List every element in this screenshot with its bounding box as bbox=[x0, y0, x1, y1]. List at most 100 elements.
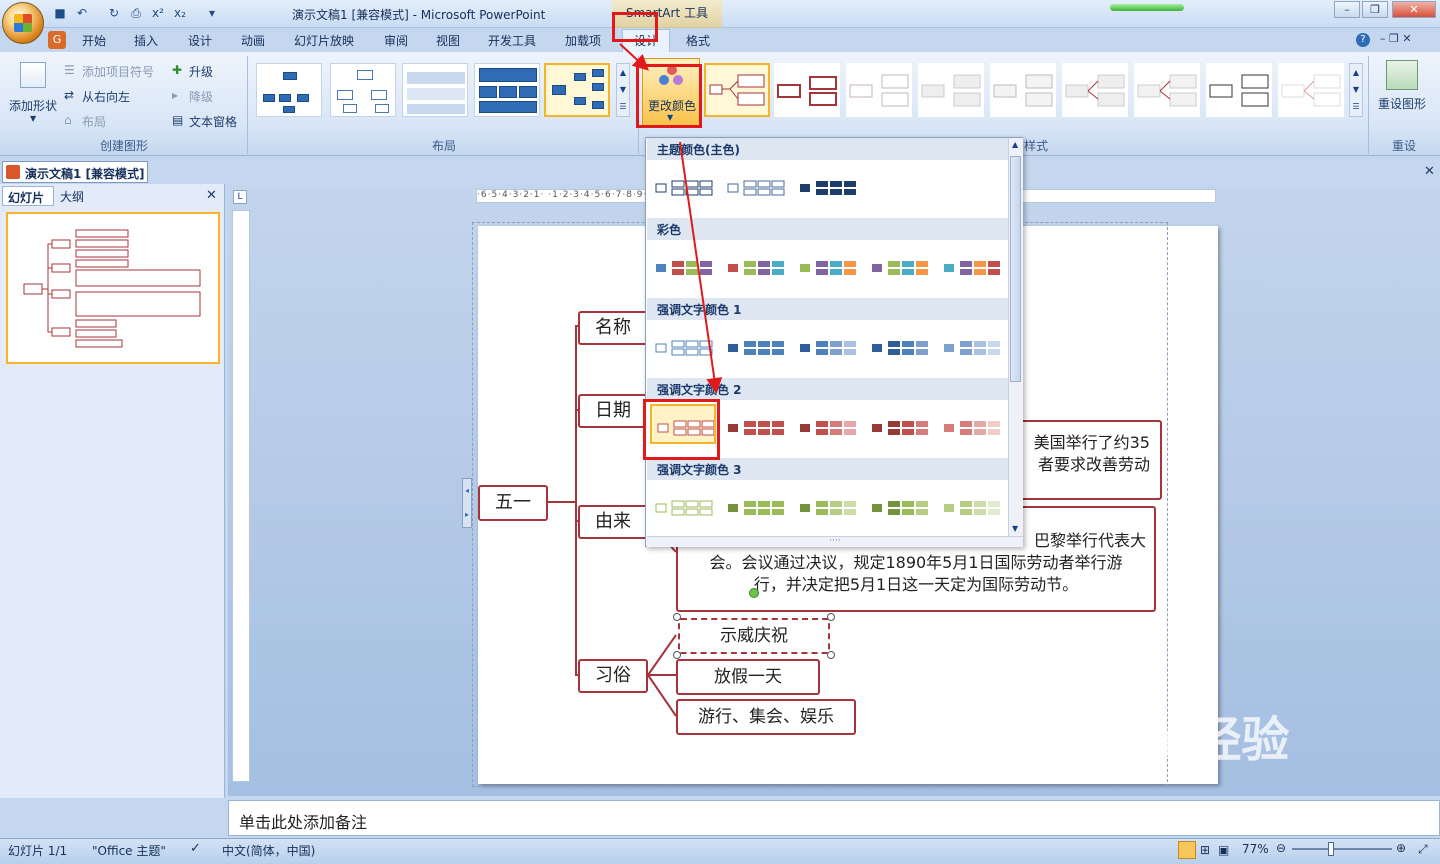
tab-animations[interactable]: 动画 bbox=[241, 32, 265, 49]
add-shape-button[interactable]: 添加形状 bbox=[9, 97, 57, 114]
color-option-colorful[interactable] bbox=[868, 248, 934, 288]
layout-button[interactable]: 布局 bbox=[82, 113, 106, 130]
smartart-leaf-node-selected[interactable]: 示威庆祝 bbox=[678, 618, 830, 654]
resize-handle[interactable] bbox=[673, 613, 681, 621]
ruler-tab-selector[interactable]: L bbox=[233, 190, 247, 204]
document-tab[interactable]: 演示文稿1 [兼容模式] bbox=[2, 161, 148, 183]
color-option-accent2[interactable] bbox=[796, 408, 862, 448]
menu-resize-grip[interactable]: ···· bbox=[647, 536, 1023, 547]
tab-design[interactable]: 设计 bbox=[188, 32, 212, 49]
ppt-doc-icon bbox=[6, 165, 20, 179]
subscript-icon[interactable]: x₂ bbox=[172, 5, 188, 21]
resize-handle[interactable] bbox=[827, 651, 835, 659]
style-gallery-item[interactable] bbox=[990, 63, 1056, 117]
style-gallery-item[interactable] bbox=[1206, 63, 1272, 117]
zoom-slider-thumb[interactable] bbox=[1328, 842, 1334, 856]
color-option-accent3[interactable] bbox=[724, 488, 790, 528]
color-option-accent3[interactable] bbox=[652, 488, 718, 528]
scroll-down-icon[interactable]: ▼ bbox=[1012, 524, 1018, 533]
color-option-accent2[interactable] bbox=[940, 408, 1006, 448]
style-gallery-item[interactable] bbox=[1278, 63, 1344, 117]
tab-review[interactable]: 审阅 bbox=[384, 32, 408, 49]
maximize-button[interactable]: ❐ bbox=[1362, 1, 1388, 18]
color-option-accent3[interactable] bbox=[868, 488, 934, 528]
qat-customize-icon[interactable]: ▾ bbox=[204, 5, 220, 21]
close-document-icon[interactable]: ✕ bbox=[1424, 164, 1435, 179]
close-panel-icon[interactable]: ✕ bbox=[206, 188, 217, 203]
color-option-accent2[interactable] bbox=[868, 408, 934, 448]
smartart-branch-node[interactable]: 习俗 bbox=[578, 659, 648, 693]
minimize-button[interactable]: – bbox=[1334, 1, 1360, 18]
slide-thumbnail[interactable] bbox=[6, 212, 220, 364]
save-icon[interactable]: ■ bbox=[52, 5, 68, 21]
zoom-out-icon[interactable]: ⊖ bbox=[1276, 841, 1286, 855]
smartart-branch-node[interactable]: 由来 bbox=[578, 505, 648, 539]
slideshow-icon[interactable]: ▣ bbox=[1218, 843, 1229, 857]
reset-graphic-button[interactable]: 重设图形 bbox=[1378, 95, 1426, 112]
tab-developer[interactable]: 开发工具 bbox=[488, 32, 536, 49]
color-option-accent3[interactable] bbox=[940, 488, 1006, 528]
zoom-in-icon[interactable]: ⊕ bbox=[1396, 841, 1406, 855]
layout-gallery-item-table[interactable] bbox=[474, 63, 540, 117]
spellcheck-icon[interactable]: ✓ bbox=[190, 841, 201, 856]
help-icon[interactable]: ? bbox=[1356, 33, 1370, 47]
tab-view[interactable]: 视图 bbox=[436, 32, 460, 49]
smartart-root-node[interactable]: 五一 bbox=[478, 485, 548, 521]
tab-outline[interactable]: 大纲 bbox=[60, 188, 84, 205]
slide-sorter-icon[interactable]: ⊞ bbox=[1200, 843, 1210, 857]
resize-handle[interactable] bbox=[827, 613, 835, 621]
right-to-left-button[interactable]: 从右向左 bbox=[82, 88, 130, 105]
add-shape-icon[interactable] bbox=[20, 62, 46, 88]
smartart-leaf-node[interactable]: 游行、集会、娱乐 bbox=[676, 699, 856, 735]
add-bullet-button[interactable]: 添加项目符号 bbox=[82, 63, 154, 80]
promote-button[interactable]: 升级 bbox=[189, 63, 213, 80]
text-pane-button[interactable]: 文本窗格 bbox=[189, 113, 237, 130]
tab-slides[interactable]: 幻灯片 bbox=[2, 186, 54, 206]
style-gallery-item[interactable] bbox=[774, 63, 840, 117]
office-logo-icon bbox=[14, 14, 32, 32]
tab-insert[interactable]: 插入 bbox=[134, 32, 158, 49]
layout-gallery-item-hierarchy[interactable] bbox=[256, 63, 322, 117]
color-option-colorful[interactable] bbox=[940, 248, 1006, 288]
color-option-accent1[interactable] bbox=[868, 328, 934, 368]
color-option-primary-dark[interactable] bbox=[796, 168, 862, 208]
style-gallery-scroll[interactable]: ▲ ▼ ☰ bbox=[1349, 63, 1363, 117]
tab-home[interactable]: 开始 bbox=[82, 32, 106, 49]
text-pane-toggle[interactable]: ◂ ▸ bbox=[462, 478, 472, 528]
layout-gallery-item-org[interactable] bbox=[330, 63, 396, 117]
color-option-accent1[interactable] bbox=[940, 328, 1006, 368]
document-tab-label: 演示文稿1 [兼容模式] bbox=[25, 167, 145, 181]
office-button[interactable] bbox=[2, 2, 44, 44]
color-option-colorful[interactable] bbox=[796, 248, 862, 288]
scroll-up-icon[interactable]: ▲ bbox=[1012, 140, 1018, 149]
style-gallery-item[interactable] bbox=[918, 63, 984, 117]
color-option-accent3[interactable] bbox=[796, 488, 862, 528]
ribbon-window-controls-icon[interactable]: – ❐ ✕ bbox=[1380, 32, 1412, 45]
color-option-accent1[interactable] bbox=[796, 328, 862, 368]
status-slide: 幻灯片 1/1 bbox=[8, 844, 68, 858]
notes-pane[interactable]: 单击此处添加备注 bbox=[228, 800, 1440, 836]
resize-handle[interactable] bbox=[673, 651, 681, 659]
zoom-slider-track[interactable] bbox=[1292, 848, 1392, 850]
print-preview-icon[interactable]: ⎙ bbox=[128, 5, 144, 21]
reset-graphic-icon[interactable] bbox=[1386, 60, 1418, 90]
rotate-handle[interactable] bbox=[749, 588, 759, 598]
menu-scroll-thumb[interactable] bbox=[1010, 156, 1021, 382]
demote-button[interactable]: 降级 bbox=[189, 88, 213, 105]
tab-slideshow[interactable]: 幻灯片放映 bbox=[294, 32, 354, 49]
close-button[interactable]: ✕ bbox=[1392, 1, 1436, 18]
undo-icon[interactable]: ↶ bbox=[74, 5, 90, 21]
add-shape-dropdown-icon[interactable]: ▼ bbox=[30, 114, 36, 123]
superscript-icon[interactable]: x² bbox=[150, 5, 166, 21]
tab-addins[interactable]: 加载项 bbox=[565, 32, 601, 49]
text-line: 会。会议通过决议，规定1890年5月1日国际劳动者举行游 bbox=[709, 553, 1123, 572]
redo-icon[interactable]: ↻ bbox=[106, 5, 122, 21]
smartart-leaf-node[interactable]: 放假一天 bbox=[676, 659, 820, 695]
fit-window-icon[interactable]: ⤢ bbox=[1418, 842, 1428, 857]
style-gallery-item[interactable] bbox=[1134, 63, 1200, 117]
normal-view-icon[interactable] bbox=[1178, 841, 1196, 859]
help-addin-icon[interactable]: G bbox=[48, 31, 66, 49]
layout-gallery-item-labeled[interactable] bbox=[402, 63, 468, 117]
style-gallery-item[interactable] bbox=[1062, 63, 1128, 117]
style-gallery-item[interactable] bbox=[846, 63, 912, 117]
